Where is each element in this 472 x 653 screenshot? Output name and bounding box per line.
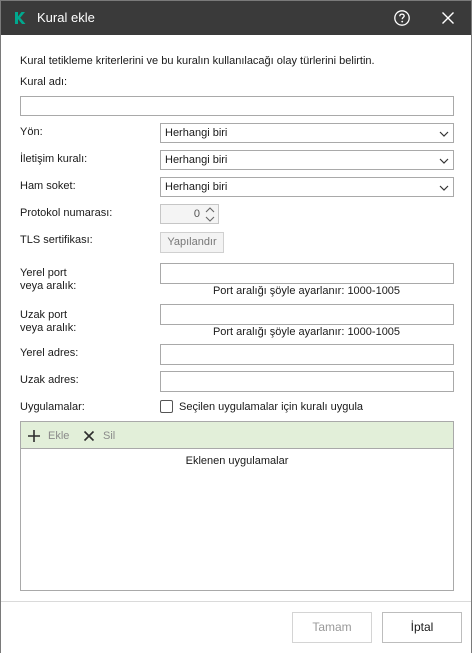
- apps-label: Uygulamalar:: [20, 401, 85, 413]
- apps-list[interactable]: Eklenen uygulamalar: [20, 448, 454, 591]
- delete-app-button[interactable]: Sil: [83, 428, 123, 444]
- local-port-input[interactable]: [160, 263, 454, 284]
- help-icon[interactable]: [393, 9, 411, 27]
- title-bar[interactable]: Kural ekle: [1, 1, 471, 35]
- kaspersky-logo-icon: [12, 10, 28, 26]
- remote-address-label: Uzak adres:: [20, 374, 79, 386]
- apps-checkbox[interactable]: [160, 400, 173, 413]
- ok-button[interactable]: Tamam: [292, 612, 372, 643]
- remote-port-input[interactable]: [160, 304, 454, 325]
- raw-socket-label: Ham soket:: [20, 180, 76, 192]
- protocol-number-stepper[interactable]: 0: [160, 204, 219, 224]
- apps-checkbox-label[interactable]: Seçilen uygulamalar için kuralı uygula: [179, 401, 363, 414]
- close-x-icon: [83, 430, 95, 442]
- local-port-hint: Port aralığı şöyle ayarlanır: 1000-1005: [212, 285, 401, 297]
- dialog-window: Kural ekle Kural tetikleme kriterlerini …: [0, 0, 472, 653]
- stepper-down-icon[interactable]: [204, 215, 216, 223]
- local-port-label-line2: veya aralık:: [20, 280, 77, 292]
- stepper-up-icon[interactable]: [204, 206, 216, 214]
- raw-socket-selected-value: Herhangi biri: [165, 181, 228, 193]
- raw-socket-select[interactable]: Herhangi biri: [160, 177, 454, 197]
- remote-port-label-line1: Uzak port: [20, 309, 68, 321]
- dialog-footer: Tamam İptal: [1, 601, 471, 653]
- remote-address-input[interactable]: [160, 371, 454, 392]
- chevron-down-icon: [439, 158, 449, 164]
- dialog-description: Kural tetikleme kriterlerini ve bu kural…: [20, 55, 375, 67]
- remote-port-label-line2: veya aralık:: [20, 322, 77, 334]
- apps-list-header: Eklenen uygulamalar: [185, 455, 289, 467]
- local-address-label: Yerel adres:: [20, 347, 79, 359]
- protocol-label: İletişim kuralı:: [20, 153, 88, 165]
- plus-icon: [28, 430, 40, 442]
- protocol-number-label: Protokol numarası:: [20, 207, 113, 219]
- rule-name-input[interactable]: [20, 96, 454, 116]
- tls-configure-button[interactable]: Yapılandır: [160, 232, 224, 253]
- protocol-selected-value: Herhangi biri: [165, 154, 228, 166]
- close-icon[interactable]: [439, 9, 457, 27]
- direction-label: Yön:: [20, 126, 43, 138]
- rule-name-label: Kural adı:: [20, 76, 68, 88]
- delete-app-label: Sil: [103, 430, 116, 442]
- direction-selected-value: Herhangi biri: [165, 127, 228, 139]
- remote-port-hint: Port aralığı şöyle ayarlanır: 1000-1005: [212, 326, 401, 338]
- protocol-select[interactable]: Herhangi biri: [160, 150, 454, 170]
- cancel-button[interactable]: İptal: [382, 612, 462, 643]
- apps-toolbar: Ekle Sil: [20, 421, 454, 449]
- chevron-down-icon: [439, 131, 449, 137]
- window-title: Kural ekle: [37, 10, 95, 25]
- local-address-input[interactable]: [160, 344, 454, 365]
- add-app-label: Ekle: [48, 430, 70, 442]
- direction-select[interactable]: Herhangi biri: [160, 123, 454, 143]
- chevron-down-icon: [439, 185, 449, 191]
- add-app-button[interactable]: Ekle: [27, 428, 77, 444]
- tls-label: TLS sertifikası:: [20, 234, 93, 246]
- local-port-label-line1: Yerel port: [20, 267, 67, 279]
- protocol-number-value: 0: [193, 208, 200, 220]
